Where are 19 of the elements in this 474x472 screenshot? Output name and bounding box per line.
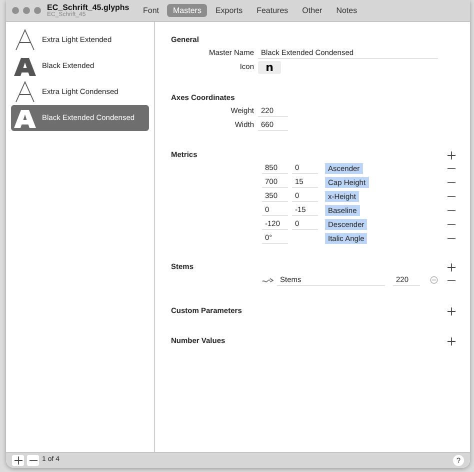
letter-a-icon — [14, 107, 36, 129]
window-title: EC_Schrift_45.glyphs — [47, 2, 130, 12]
plus-icon — [14, 456, 22, 465]
add-icon[interactable] — [447, 262, 456, 272]
stem-arrow-icon — [262, 276, 274, 284]
letter-a-icon — [14, 55, 36, 77]
add-icon[interactable] — [447, 306, 456, 316]
tab[interactable]: Notes — [330, 4, 364, 17]
add-icon[interactable] — [447, 150, 456, 160]
tab[interactable]: Features — [250, 4, 294, 17]
add-icon[interactable] — [447, 336, 456, 346]
letter-a-icon — [14, 29, 36, 51]
remove-master-button[interactable] — [27, 455, 39, 466]
letter-a-icon — [14, 81, 36, 103]
add-master-button[interactable] — [12, 455, 24, 466]
tab[interactable]: Other — [296, 4, 328, 17]
tab[interactable]: Exports — [209, 4, 249, 17]
icon-glyph-button[interactable]: n — [258, 60, 281, 74]
tab[interactable]: Font — [137, 4, 166, 17]
